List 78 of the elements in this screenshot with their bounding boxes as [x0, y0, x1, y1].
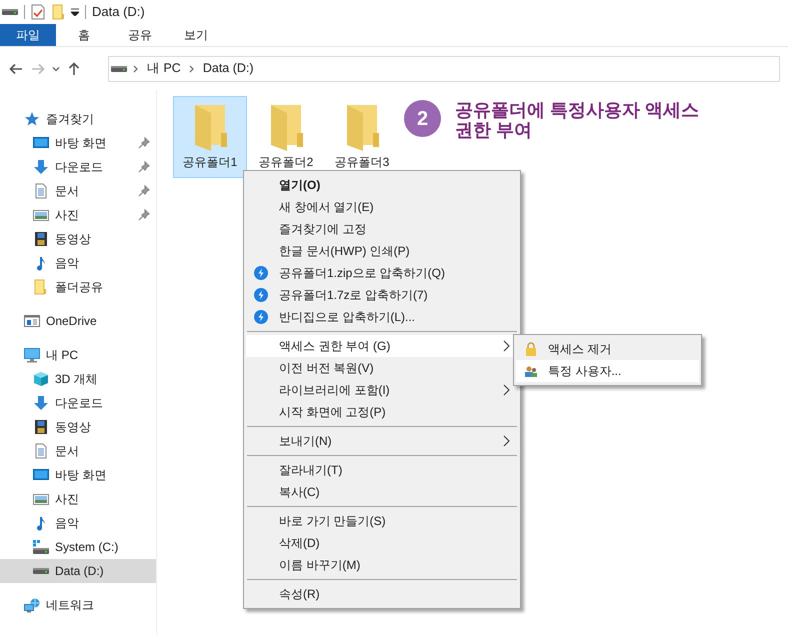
nav-item[interactable]: 음악 [0, 511, 156, 535]
menu-item[interactable]: 바로 가기 만들기(S) [246, 510, 518, 532]
menu-item[interactable]: 복사(C) [246, 481, 518, 503]
chevron-down-icon[interactable] [52, 64, 60, 72]
nav-item[interactable]: 사진 [0, 487, 156, 511]
menu-item[interactable]: 반디집으로 압축하기(L)... [246, 306, 518, 328]
ribbon-tab[interactable]: 파일 [0, 24, 56, 46]
menu-item[interactable]: 속성(R) [246, 583, 518, 605]
chevron-right-icon[interactable] [133, 64, 139, 72]
menu-item[interactable]: 라이브러리에 포함(I) [246, 379, 518, 401]
menu-item[interactable]: 새 창에서 열기(E) [246, 196, 518, 218]
nav-item[interactable]: 동영상 [0, 415, 156, 439]
nav-item[interactable]: 동영상 [0, 227, 156, 251]
ribbon-tab[interactable]: 홈 [56, 24, 112, 46]
nav-item[interactable]: 문서 [0, 439, 156, 463]
nav-item[interactable]: 바탕 화면 [0, 463, 156, 487]
folder-tile[interactable]: 공유폴더1 [173, 96, 247, 178]
menu-item[interactable]: 액세스 제거 [516, 338, 699, 360]
menu-item[interactable]: 특정 사용자... [516, 360, 699, 382]
nav-item[interactable]: 즐겨찾기 [0, 107, 156, 131]
film-icon [33, 419, 49, 435]
nav-item[interactable]: 바탕 화면 [0, 131, 156, 155]
picture-icon [33, 491, 49, 507]
network-icon [24, 597, 40, 613]
ribbon-tab[interactable]: 보기 [168, 24, 224, 46]
window-title: Data (D:) [92, 3, 145, 22]
breadcrumb[interactable]: Data (D:) [200, 59, 256, 78]
menu-item[interactable]: 잘라내기(T) [246, 459, 518, 481]
nav-item[interactable]: OneDrive [0, 309, 156, 333]
ribbon-tab[interactable]: 공유 [112, 24, 168, 46]
down-arrow-icon [33, 395, 49, 411]
drive-icon [33, 568, 49, 574]
nav-item[interactable]: 음악 [0, 251, 156, 275]
drive-icon [111, 66, 127, 72]
chevron-right-icon[interactable] [188, 64, 195, 72]
star-icon [24, 111, 40, 127]
nav-item[interactable]: 3D 개체 [0, 367, 156, 391]
menu-item[interactable]: 공유폴더1.7z로 압축하기(7) [246, 284, 518, 306]
menu-item[interactable]: 공유폴더1.zip으로 압축하기(Q) [246, 262, 518, 284]
down-arrow-icon [33, 159, 49, 175]
menu-item[interactable]: 시작 화면에 고정(P) [246, 401, 518, 423]
menu-item[interactable]: 이름 바꾸기(M) [246, 554, 518, 576]
up-icon[interactable] [66, 60, 82, 76]
menu-item[interactable]: 즐겨찾기에 고정 [246, 218, 518, 240]
drive-icon [2, 9, 18, 15]
monitor-icon [33, 135, 49, 151]
document-icon [33, 183, 49, 199]
users-icon [524, 364, 538, 378]
cube-icon [33, 371, 49, 387]
lightning-icon [254, 310, 268, 324]
nav-item[interactable]: System (C:) [0, 535, 156, 559]
nav-item[interactable]: 다운로드 [0, 391, 156, 415]
lightning-icon [254, 266, 268, 280]
menu-item[interactable]: 삭제(D) [246, 532, 518, 554]
folder-icon [33, 279, 49, 295]
number-badge: 2 [404, 100, 441, 137]
annotation-text: 공유폴더에 특정사용자 액세스 권한 부여 [455, 100, 700, 140]
nav-item[interactable]: 사진 [0, 203, 156, 227]
window-icon [24, 313, 40, 329]
lock-icon [524, 342, 538, 356]
monitor-icon [33, 467, 49, 483]
checklist-icon[interactable] [31, 4, 45, 20]
nav-item[interactable]: 폴더공유 [0, 275, 156, 299]
lightning-icon [254, 288, 268, 302]
monitor-icon [24, 347, 40, 363]
nav-item[interactable]: 네트워크 [0, 593, 156, 617]
breadcrumb[interactable]: 내 PC [145, 59, 183, 78]
menu-item[interactable]: 보내기(N) [246, 430, 518, 452]
document-icon [33, 443, 49, 459]
nav-item[interactable]: 다운로드 [0, 155, 156, 179]
drive-icon [33, 539, 49, 555]
dropdown-icon[interactable] [71, 8, 79, 16]
nav-item[interactable]: Data (D:) [0, 559, 156, 583]
film-icon [33, 231, 49, 247]
menu-item[interactable]: 한글 문서(HWP) 인쇄(P) [246, 240, 518, 262]
picture-icon [33, 207, 49, 223]
nav-item[interactable]: 문서 [0, 179, 156, 203]
nav-item[interactable]: 내 PC [0, 343, 156, 367]
